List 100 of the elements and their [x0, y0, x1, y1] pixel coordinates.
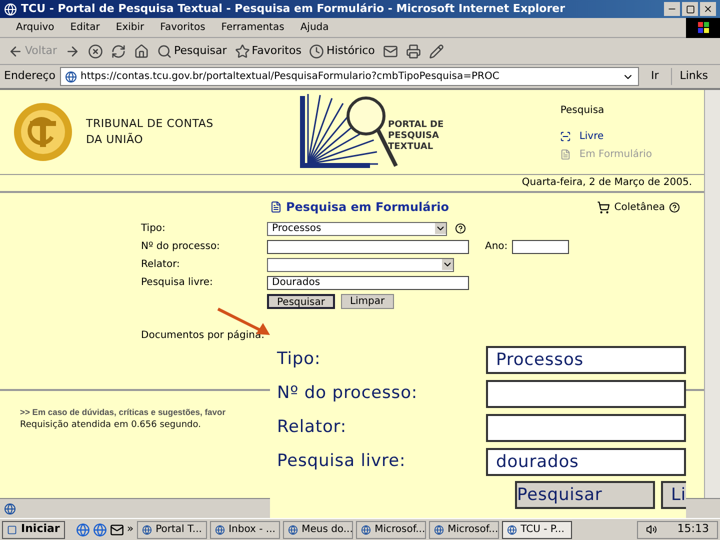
field-label: Pesquisa livre: [277, 450, 407, 473]
dropdown-icon [442, 259, 453, 270]
forward-icon [65, 44, 80, 58]
pencil-icon [428, 44, 444, 58]
taskbar-button[interactable]: TCU - P... [502, 520, 572, 538]
maximize-button[interactable] [682, 2, 698, 16]
address-label: Endereço [4, 68, 56, 84]
field-label: Nº do processo: [277, 382, 419, 405]
clock-icon [309, 44, 324, 58]
field-label: Nº do processo: [141, 240, 221, 254]
window-icon [142, 524, 152, 534]
input-field[interactable] [486, 414, 686, 442]
field-label: Tipo: [277, 348, 322, 371]
field-label: Relator: [277, 416, 348, 439]
search-menu-title: Pesquisa [560, 104, 606, 118]
input-field[interactable] [267, 240, 469, 254]
field-label: Ano: [485, 240, 508, 254]
input-field[interactable]: dourados [486, 448, 686, 476]
document-icon [560, 148, 572, 160]
timing-text: Requisição atendida em 0.656 segundo. [20, 418, 201, 432]
form-title: Pesquisa em Formulário [286, 199, 449, 216]
start-button[interactable]: Iniciar [2, 520, 65, 538]
window-icon [506, 524, 517, 534]
address-field[interactable]: https://contas.tcu.gov.br/portaltextual/PesquisaFormulario?cmbTipoPesquisa=PROC [60, 67, 639, 86]
toolbar-button[interactable]: Favoritos [234, 42, 302, 60]
search-icon [157, 44, 172, 58]
windows-logo-icon [686, 18, 720, 38]
refresh-icon [111, 44, 126, 58]
field-label: Tipo: [141, 222, 166, 236]
selected-icon [560, 130, 572, 142]
search-mode-link[interactable]: Livre [560, 128, 652, 144]
input-field[interactable]: Dourados [267, 276, 469, 290]
collection-link[interactable]: Coletânea [614, 200, 665, 214]
field-label: Relator: [141, 258, 181, 272]
menu-item[interactable]: Favoritos [160, 20, 206, 35]
links-button[interactable]: Links [670, 68, 716, 85]
toolbar-button[interactable] [65, 44, 80, 58]
dropdown-field[interactable] [267, 258, 454, 272]
input-field[interactable] [512, 240, 569, 254]
stop-icon [88, 44, 104, 58]
input-field[interactable]: Processos [486, 346, 686, 374]
minimize-button[interactable] [664, 2, 680, 16]
page-icon [64, 70, 76, 82]
portal-name: TEXTUAL [388, 142, 434, 152]
menu-item[interactable]: Editar [70, 20, 100, 35]
menu-item[interactable]: Ajuda [300, 20, 329, 35]
back-icon [8, 44, 23, 58]
toolbar-button[interactable] [382, 44, 398, 58]
window-icon [288, 524, 298, 534]
form-button[interactable]: Li [661, 481, 686, 509]
window-icon [360, 524, 371, 534]
window-icon [434, 524, 444, 534]
mail-icon [382, 44, 398, 58]
close-button[interactable] [700, 2, 716, 16]
taskbar-button[interactable]: Microsof... [356, 520, 426, 538]
window-title: TCU - Portal de Pesquisa Textual - Pesquisa em Formulário - Microsoft Internet Explorer [21, 0, 566, 17]
mail-icon[interactable] [110, 522, 124, 536]
tcu-logo-icon [12, 101, 74, 163]
toolbar-button[interactable] [428, 44, 444, 58]
clock: 15:13 [677, 521, 709, 538]
date-text: Quarta-feira, 2 de Março de 2005. [522, 176, 692, 189]
more-button[interactable]: » [126, 521, 134, 538]
toolbar-button[interactable] [134, 44, 150, 58]
browser-icon[interactable] [92, 522, 107, 536]
dropdown-icon [435, 223, 446, 234]
volume-icon[interactable] [646, 524, 658, 535]
input-field[interactable] [486, 380, 686, 408]
taskbar-button[interactable]: Portal T... [136, 520, 207, 538]
toolbar-button[interactable]: Histórico [309, 42, 375, 60]
portal-name: PESQUISA [388, 130, 440, 142]
toolbar-button[interactable] [88, 44, 104, 58]
go-button[interactable]: Ir [642, 68, 667, 85]
browser-icon[interactable] [76, 522, 90, 536]
field-label: Documentos por página: [141, 329, 265, 343]
status-icon [4, 502, 16, 514]
form-button[interactable]: Limpar [340, 294, 394, 309]
menu-item[interactable]: Arquivo [16, 20, 54, 35]
taskbar-button[interactable]: Microsof... [428, 520, 499, 538]
dropdown-field[interactable]: Processos [267, 222, 447, 236]
cart-icon [597, 200, 610, 214]
toolbar-button[interactable] [406, 44, 421, 58]
taskbar-button[interactable]: Meus do... [282, 520, 353, 538]
notice-text: >> Em caso de dúvidas, críticas e sugestões, favor [20, 406, 226, 419]
form-button[interactable]: Pesquisar [515, 481, 655, 509]
home-icon [134, 44, 150, 58]
menu-item[interactable]: Ferramentas [221, 20, 284, 35]
toolbar-button[interactable]: Pesquisar [157, 42, 227, 60]
taskbar-button[interactable]: Inbox - ... [210, 520, 280, 538]
close-icon [703, 4, 713, 14]
star-icon [234, 44, 250, 58]
scrollbar[interactable] [704, 90, 720, 498]
window-icon [214, 524, 225, 534]
help-icon[interactable] [455, 223, 466, 234]
help-icon[interactable] [669, 202, 680, 212]
portal-name: PORTAL DE [388, 120, 445, 130]
menu-item[interactable]: Exibir [116, 20, 144, 35]
document-icon [270, 201, 282, 213]
browser-icon [4, 2, 17, 16]
toolbar-button[interactable] [111, 44, 126, 58]
form-button[interactable]: Pesquisar [267, 294, 335, 309]
